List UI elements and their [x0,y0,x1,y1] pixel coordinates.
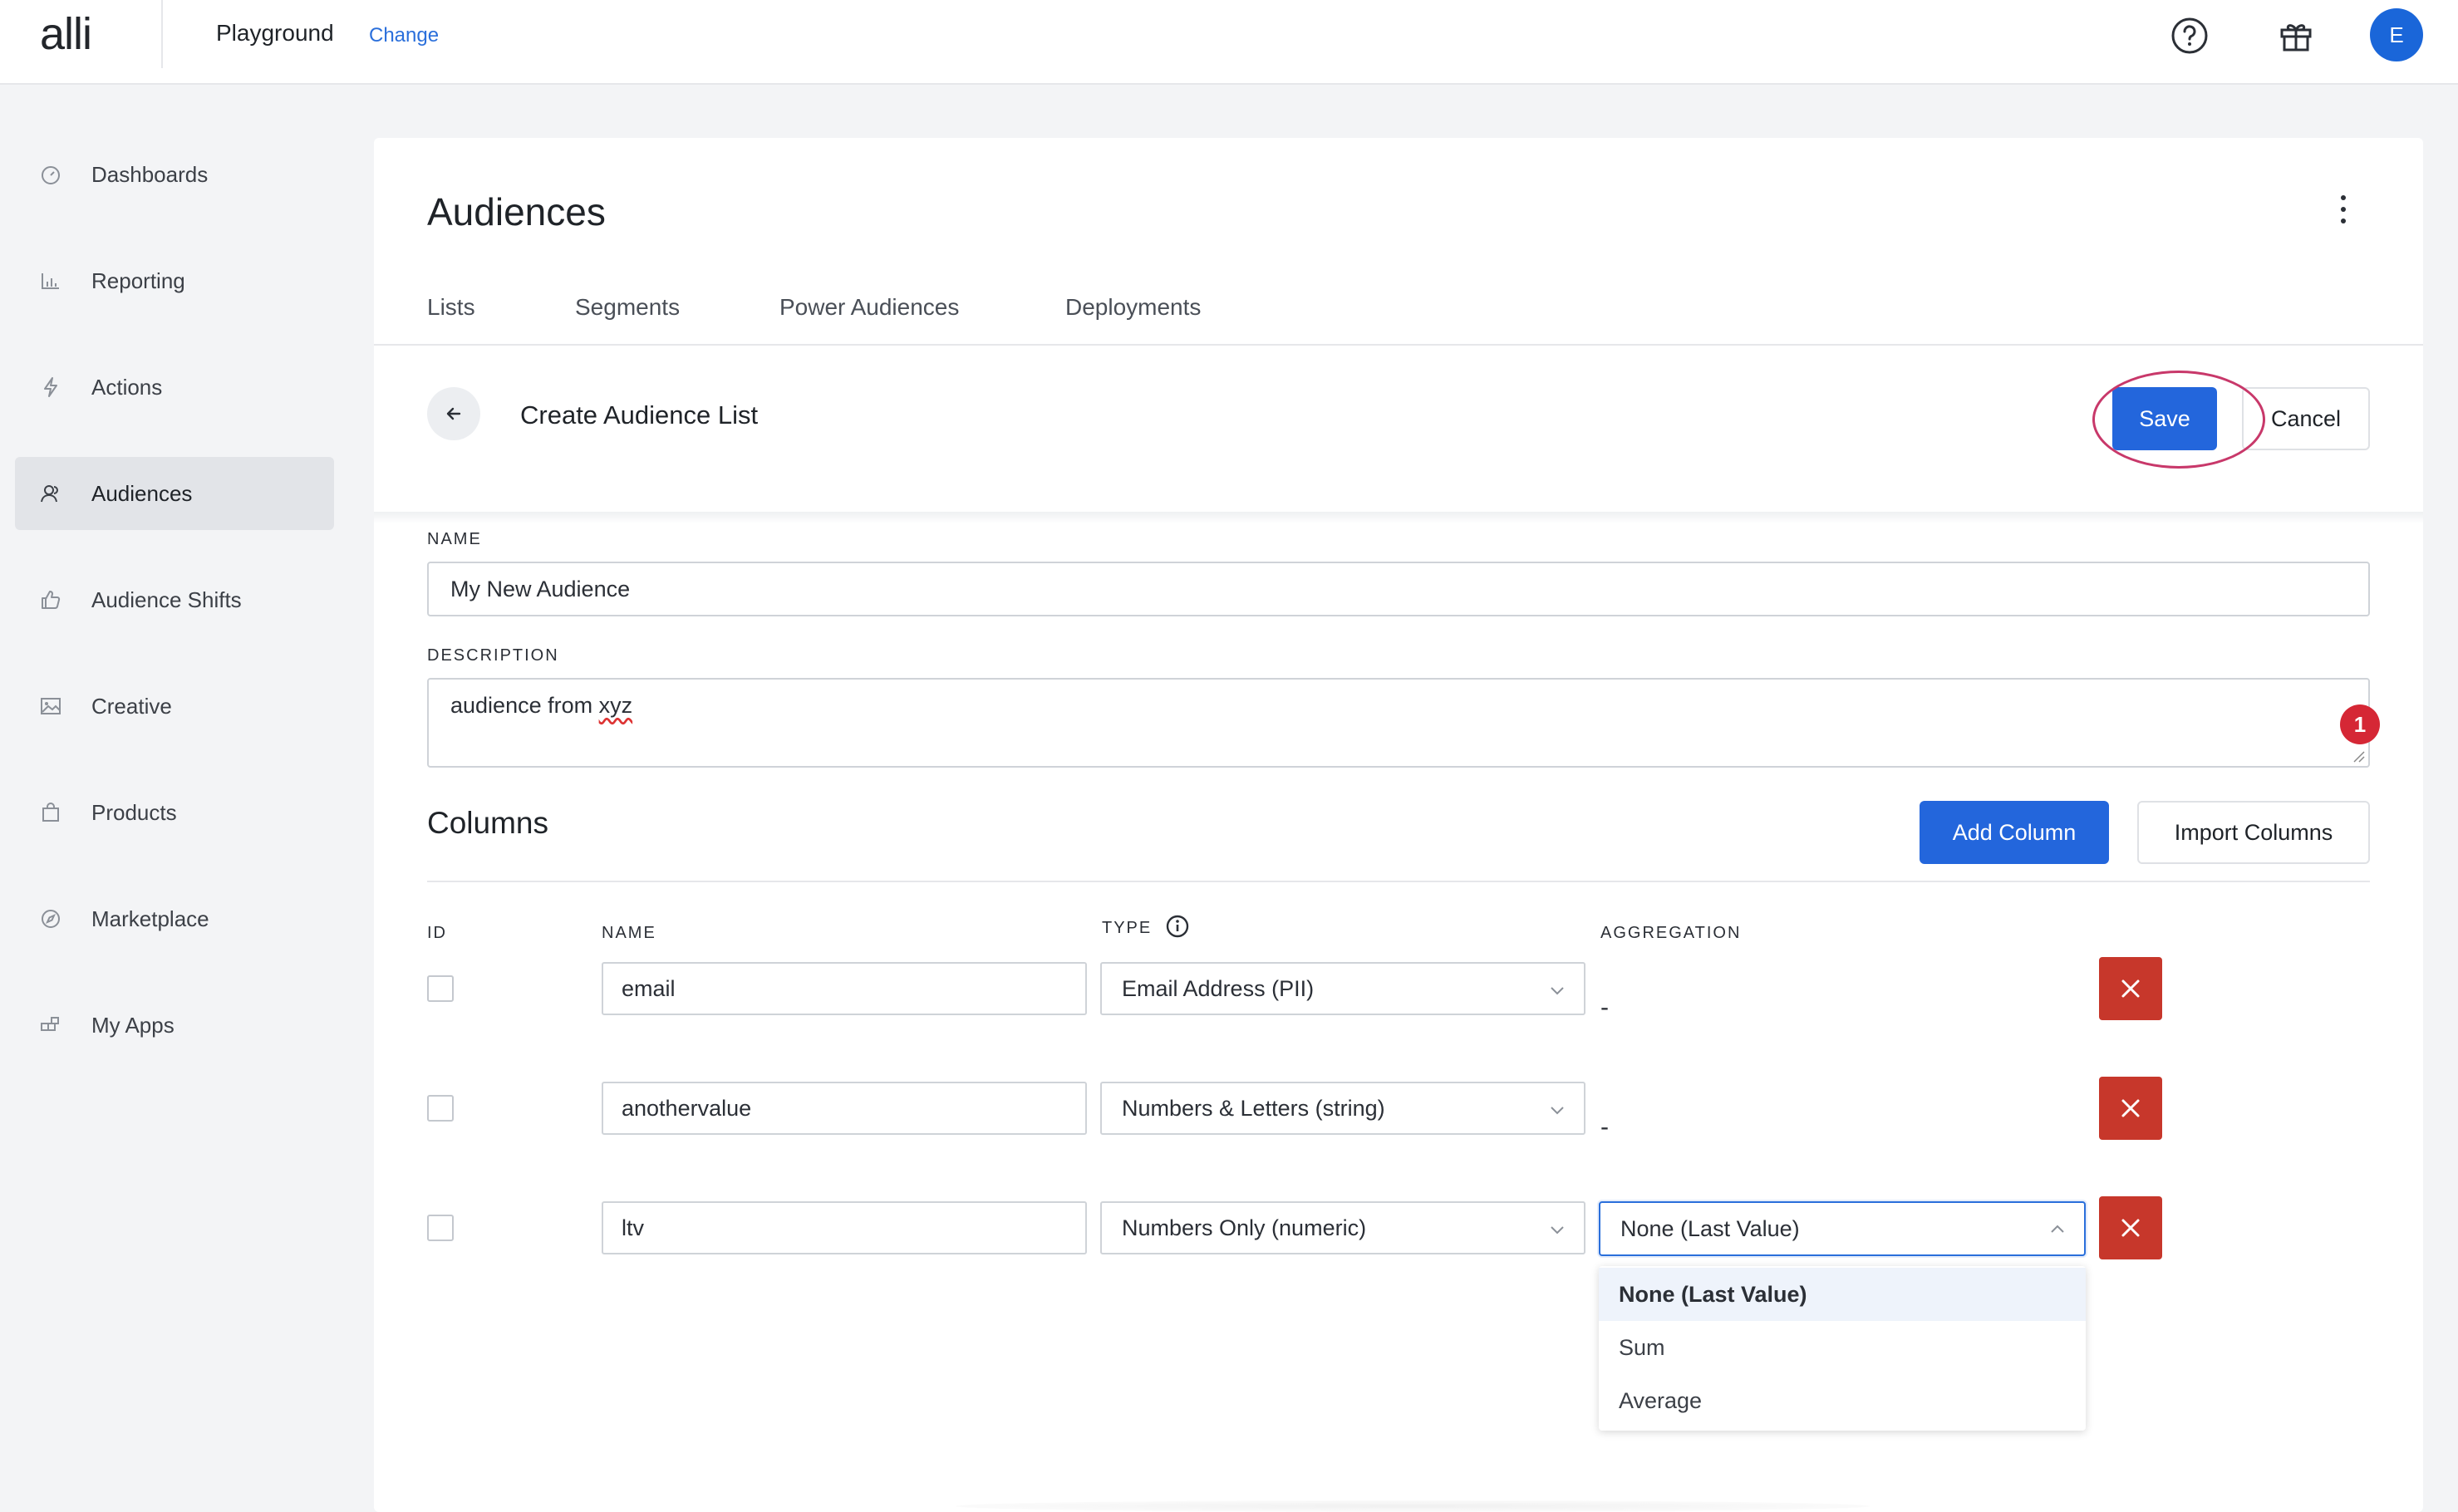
close-icon [2121,1219,2140,1237]
page-title: Audiences [427,190,606,233]
sidebar-item-products[interactable]: Products [15,776,334,849]
form-title: Create Audience List [520,400,759,430]
cancel-button[interactable]: Cancel [2242,387,2370,450]
top-bar-divider [161,0,163,68]
chevron-down-icon [1551,1226,1564,1235]
column-type-value: Numbers & Letters (string) [1122,1095,1385,1121]
user-avatar[interactable]: E [2370,8,2423,61]
main-card: Audiences Lists Segments Power Audiences… [374,138,2423,1512]
column-name-input[interactable]: anothervalue [602,1082,1087,1135]
column-type-select[interactable]: Numbers Only (numeric) [1100,1201,1585,1254]
tab-segments[interactable]: Segments [575,294,680,321]
misspelled-word: xyz [598,693,633,718]
chevron-down-icon [1551,1107,1564,1115]
description-text: audience from xyz [450,693,632,719]
description-label: DESCRIPTION [427,646,559,665]
save-button[interactable]: Save [2112,387,2217,450]
chevron-up-icon [2051,1225,2064,1233]
sidebar-item-reporting[interactable]: Reporting [15,244,334,317]
add-column-button[interactable]: Add Column [1920,801,2109,864]
id-column-header: ID [427,924,447,942]
close-icon [2121,979,2140,998]
name-column-header: NAME [602,924,656,942]
sidebar-item-label: Audience Shifts [91,587,242,612]
change-workspace-link[interactable]: Change [369,24,439,47]
top-bar: alli Playground Change E [0,0,2458,85]
sidebar-item-audience-shifts[interactable]: Audience Shifts [15,563,334,636]
apps-icon [41,1017,59,1031]
error-count-badge[interactable]: 1 [2340,704,2380,744]
columns-divider [427,881,2370,882]
description-textarea[interactable]: audience from xyz 1 [427,678,2380,768]
id-checkbox[interactable] [427,975,454,1002]
column-type-value: Numbers Only (numeric) [1122,1215,1367,1240]
name-label: NAME [427,530,482,548]
columns-title: Columns [427,806,548,840]
info-icon[interactable] [1165,914,1190,939]
sidebar-item-creative[interactable]: Creative [15,670,334,743]
tab-power-audiences[interactable]: Power Audiences [779,294,959,321]
sidebar-item-actions[interactable]: Actions [15,351,334,424]
lightning-icon [44,377,57,397]
aggregation-column-header: AGGREGATION [1600,924,1742,942]
delete-column-button[interactable] [2099,1077,2162,1140]
sidebar-item-label: Products [91,799,177,825]
tab-deployments[interactable]: Deployments [1065,294,1201,321]
shopping-bag-icon [42,803,59,822]
column-type-select[interactable]: Numbers & Letters (string) [1100,1082,1585,1135]
column-name-input[interactable]: ltv [602,1201,1087,1254]
id-checkbox[interactable] [427,1215,454,1241]
chevron-down-icon [1551,987,1564,995]
back-button[interactable] [427,387,480,440]
aggregation-value: None (Last Value) [1620,1215,1800,1241]
type-column-header: TYPE [1102,919,1153,937]
id-checkbox[interactable] [427,1095,454,1122]
audience-name-input[interactable]: My New Audience [427,562,2370,616]
aggregation-dropdown: None (Last Value) Sum Average [1599,1266,2086,1431]
aggregation-select[interactable]: None (Last Value) [1599,1201,2086,1256]
aggregation-empty: - [1600,994,1609,1021]
column-type-value: Email Address (PII) [1122,975,1315,1001]
delete-column-button[interactable] [2099,1196,2162,1259]
option-sum[interactable]: Sum [1599,1321,2086,1374]
option-average[interactable]: Average [1599,1374,2086,1427]
sidebar-item-label: My Apps [91,1012,175,1038]
workspace-name: Playground [216,20,334,46]
dashboard-icon [42,166,60,184]
gift-icon[interactable] [2277,17,2315,55]
sidebar-item-marketplace[interactable]: Marketplace [15,882,334,955]
sidebar-item-dashboards[interactable]: Dashboards [15,138,334,211]
sidebar-item-label: Dashboards [91,161,209,187]
close-icon [2121,1099,2140,1117]
import-columns-button[interactable]: Import Columns [2137,801,2370,864]
header-shadow [374,512,2423,523]
compass-icon [42,910,60,928]
resize-grip-icon[interactable] [2352,749,2365,763]
sidebar-item-my-apps[interactable]: My Apps [15,989,334,1062]
more-options-icon[interactable] [2335,193,2352,226]
app-logo[interactable]: alli [40,8,92,60]
help-icon[interactable] [2170,17,2209,55]
sidebar-item-label: Actions [91,374,163,400]
sidebar-item-label: Marketplace [91,906,209,931]
tabs-divider [374,344,2423,346]
sidebar-item-label: Audiences [91,480,193,506]
thumbs-up-icon [42,591,61,609]
image-icon [41,698,61,714]
option-none-last-value[interactable]: None (Last Value) [1599,1268,2086,1321]
arrow-left-icon [446,407,461,420]
column-name-input[interactable]: email [602,962,1087,1015]
delete-column-button[interactable] [2099,957,2162,1020]
aggregation-empty: - [1600,1113,1609,1141]
description-prefix: audience from [450,693,599,718]
sidebar-item-audiences[interactable]: Audiences [15,457,334,530]
column-type-select[interactable]: Email Address (PII) [1100,962,1585,1015]
sidebar-item-label: Reporting [91,268,185,293]
bar-chart-icon [42,273,59,289]
tab-lists[interactable]: Lists [427,294,475,321]
sidebar-item-label: Creative [91,693,172,719]
people-icon [41,485,58,503]
bottom-shadow [956,1500,1870,1512]
